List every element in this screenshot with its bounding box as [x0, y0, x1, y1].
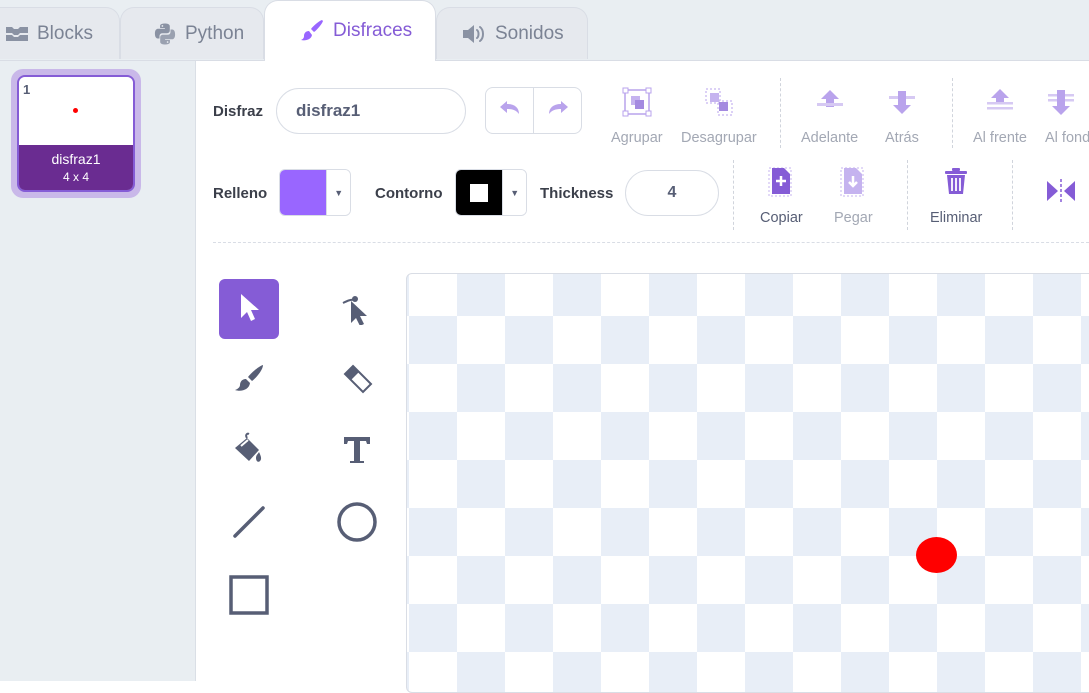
costume-name: disfraz1 — [51, 151, 101, 167]
costume-list: 1 disfraz1 4 x 4 — [0, 61, 196, 681]
red-circle-shape[interactable] — [916, 537, 957, 573]
front-icon — [984, 86, 1016, 122]
redo-icon — [546, 99, 570, 122]
flip-horizontal-button[interactable] — [1045, 178, 1077, 208]
paste-button[interactable]: Pegar — [834, 166, 873, 226]
toolbar-canvas-divider — [213, 242, 1089, 243]
group-label: Agrupar — [611, 130, 663, 146]
group-icon — [621, 86, 653, 122]
costume-name-label: Disfraz — [213, 103, 264, 120]
costume-item[interactable]: 1 disfraz1 4 x 4 — [11, 69, 141, 198]
paintbrush-icon — [299, 19, 325, 43]
thickness-label: Thickness — [540, 185, 614, 202]
tab-python[interactable]: Python — [120, 7, 264, 59]
dropdown-arrow-icon: ▼ — [326, 170, 350, 215]
back-button[interactable]: Al fondo — [1045, 86, 1089, 146]
paint-canvas[interactable] — [406, 273, 1089, 693]
ungroup-label: Desagrupar — [681, 130, 757, 146]
ungroup-icon — [703, 86, 735, 122]
outline-color-swatch — [456, 170, 503, 215]
text-tool-button[interactable] — [327, 422, 387, 482]
circle-icon — [336, 501, 378, 548]
trash-icon — [942, 166, 970, 202]
editor-tab-bar: Blocks Python Disfraces Sonidos — [0, 0, 1089, 61]
redo-button[interactable] — [534, 88, 581, 133]
toolbar-divider — [1012, 160, 1013, 230]
outline-label: Contorno — [375, 185, 443, 202]
undo-icon — [498, 99, 522, 122]
group-button[interactable]: Agrupar — [611, 86, 663, 146]
tab-label: Blocks — [37, 22, 93, 44]
fill-color-picker[interactable]: ▼ — [279, 169, 351, 216]
delete-button[interactable]: Eliminar — [930, 166, 982, 226]
tab-disfraces[interactable]: Disfraces — [264, 0, 436, 61]
undo-redo-group — [485, 87, 582, 134]
backward-button[interactable]: Atrás — [885, 86, 919, 146]
paste-label: Pegar — [834, 210, 873, 226]
copy-icon — [767, 166, 795, 202]
line-tool-button[interactable] — [219, 494, 279, 554]
fill-tool-button[interactable] — [219, 422, 279, 482]
rectangle-tool-button[interactable] — [219, 567, 279, 627]
reshape-tool-button[interactable] — [327, 279, 387, 339]
toolbar-divider — [907, 160, 908, 230]
costume-thumbnail-shape — [73, 108, 78, 113]
tab-label: Disfraces — [333, 20, 413, 41]
tab-label: Sonidos — [495, 22, 564, 44]
fill-label: Relleno — [213, 185, 268, 202]
arrow-cursor-icon — [236, 291, 262, 328]
circle-tool-button[interactable] — [327, 494, 387, 554]
blocks-icon — [5, 25, 29, 43]
back-icon — [1045, 86, 1077, 122]
python-icon — [153, 22, 177, 46]
back-label: Al fondo — [1045, 130, 1089, 146]
brush-tool-button[interactable] — [219, 351, 279, 411]
costume-name-input[interactable] — [276, 88, 466, 134]
toolbar-divider — [780, 78, 781, 148]
ungroup-button[interactable]: Desagrupar — [681, 86, 757, 146]
tab-label: Python — [185, 22, 245, 44]
eraser-icon — [339, 361, 375, 402]
backward-icon — [886, 86, 918, 122]
front-label: Al frente — [973, 130, 1027, 146]
dropdown-arrow-icon: ▼ — [502, 170, 526, 215]
tab-sonidos[interactable]: Sonidos — [436, 7, 588, 59]
undo-button[interactable] — [486, 88, 534, 133]
select-tool-button[interactable] — [219, 279, 279, 339]
copy-label: Copiar — [760, 210, 803, 226]
eraser-tool-button[interactable] — [327, 351, 387, 411]
copy-button[interactable]: Copiar — [760, 166, 803, 226]
forward-button[interactable]: Adelante — [801, 86, 858, 146]
forward-icon — [814, 86, 846, 122]
brush-icon — [231, 361, 267, 402]
delete-label: Eliminar — [930, 210, 983, 226]
costume-thumbnail: 1 — [19, 77, 133, 145]
thickness-input[interactable] — [625, 170, 719, 216]
outline-color-picker[interactable]: ▼ — [455, 169, 527, 216]
text-icon — [341, 434, 373, 471]
costume-size: 4 x 4 — [62, 170, 89, 184]
costume-item-frame: 1 disfraz1 4 x 4 — [17, 75, 135, 192]
rectangle-icon — [228, 574, 270, 621]
reshape-icon — [339, 289, 375, 330]
paint-bucket-icon — [231, 432, 267, 473]
front-button[interactable]: Al frente — [973, 86, 1027, 146]
costume-info: disfraz1 4 x 4 — [19, 145, 133, 190]
paste-icon — [839, 166, 867, 202]
costume-number: 1 — [23, 82, 31, 97]
speaker-icon — [461, 23, 487, 45]
backward-label: Atrás — [885, 130, 919, 146]
fill-color-swatch — [280, 170, 327, 215]
forward-label: Adelante — [801, 130, 859, 146]
flip-horizontal-icon — [1045, 178, 1077, 208]
toolbar-divider — [952, 78, 953, 148]
line-icon — [231, 504, 267, 545]
tab-blocks[interactable]: Blocks — [0, 7, 120, 59]
toolbar-divider — [733, 160, 734, 230]
